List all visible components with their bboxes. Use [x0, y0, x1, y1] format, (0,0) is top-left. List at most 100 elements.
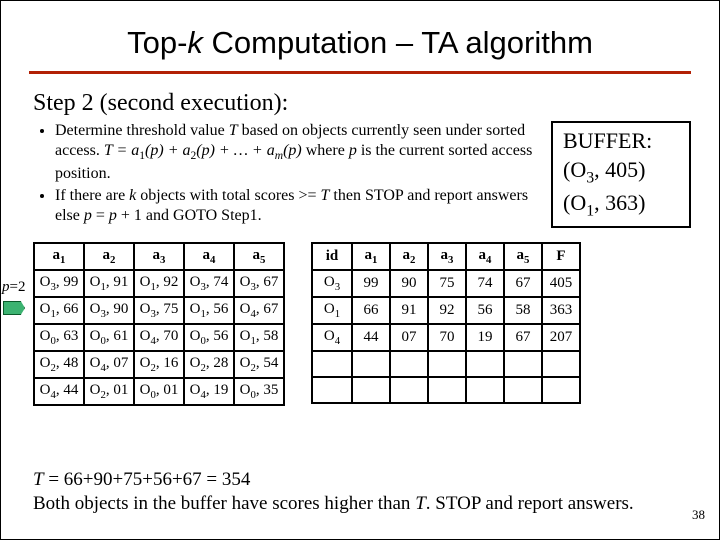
right-col-header: a3 [428, 243, 466, 270]
table-cell: O2, 54 [234, 351, 284, 378]
table-cell: O4, 70 [134, 324, 184, 351]
buffer-line-1: (O3, 405) [563, 156, 679, 189]
right-col-header: a1 [352, 243, 390, 270]
table-cell [504, 377, 542, 403]
table-cell: O1, 66 [34, 297, 84, 324]
buffer-title: BUFFER: [563, 127, 679, 156]
left-col-header: a3 [134, 243, 184, 270]
table-cell: 92 [428, 297, 466, 324]
txt: p [2, 279, 10, 295]
table-cell: O0, 63 [34, 324, 84, 351]
txt: 1 [586, 202, 594, 219]
txt: =2 [10, 279, 26, 295]
table-cell: 363 [542, 297, 580, 324]
bullet-list: Determine threshold value T based on obj… [33, 121, 539, 228]
txt: , 363) [594, 190, 645, 215]
table-cell: 66 [352, 297, 390, 324]
table-row: O1, 66O3, 90O3, 75O1, 56O4, 67 [34, 297, 284, 324]
table-cell [312, 351, 352, 377]
table-cell [542, 351, 580, 377]
title-post: Computation – TA algorithm [203, 25, 593, 60]
table-cell: O1 [312, 297, 352, 324]
txt: , 405) [594, 157, 645, 182]
table-cell [352, 351, 390, 377]
table-cell: O3, 99 [34, 270, 84, 297]
table-cell: O2, 01 [84, 378, 134, 405]
table-cell [390, 351, 428, 377]
table-cell: 91 [390, 297, 428, 324]
tables-row: a1a2a3a4a5O3, 99O1, 91O1, 92O3, 74O3, 67… [33, 242, 687, 406]
step-row: Determine threshold value T based on obj… [33, 121, 687, 228]
txt: T = a [104, 142, 139, 159]
left-col-header: a4 [184, 243, 234, 270]
step-heading: Step 2 (second execution): [33, 90, 687, 117]
table-cell: O3, 67 [234, 270, 284, 297]
table-cell [466, 351, 504, 377]
txt: T [415, 493, 426, 514]
p-label: p=2 [2, 279, 25, 296]
table-cell: O3, 74 [184, 270, 234, 297]
content-area: Step 2 (second execution): Determine thr… [1, 90, 719, 406]
txt: T [33, 469, 44, 490]
bottom-line-1: T = 66+90+75+56+67 = 354 [33, 468, 687, 493]
txt: + 1 and GOTO Step1. [117, 207, 262, 224]
right-col-header: a2 [390, 243, 428, 270]
txt: p [349, 142, 357, 159]
txt: = 66+90+75+56+67 = 354 [44, 469, 251, 490]
txt: (p) + a [145, 142, 190, 159]
txt: m [275, 150, 283, 162]
table-cell [504, 351, 542, 377]
page-number: 38 [692, 507, 705, 523]
txt: (p) [283, 142, 302, 159]
slide-title: Top-k Computation – TA algorithm [1, 1, 719, 71]
table-cell: O3 [312, 270, 352, 297]
table-cell: 207 [542, 324, 580, 351]
table-cell [312, 377, 352, 403]
right-col-header: a5 [504, 243, 542, 270]
right-col-header: id [312, 243, 352, 270]
txt: = [92, 207, 109, 224]
table-cell: 44 [352, 324, 390, 351]
table-cell: O0, 01 [134, 378, 184, 405]
table-row: O0, 63O0, 61O4, 70O0, 56O1, 58 [34, 324, 284, 351]
table-cell: O2, 28 [184, 351, 234, 378]
table-cell: 19 [466, 324, 504, 351]
table-cell: O1, 91 [84, 270, 134, 297]
table-cell: 58 [504, 297, 542, 324]
table-cell [428, 351, 466, 377]
table-cell: O4, 67 [234, 297, 284, 324]
table-cell: 74 [466, 270, 504, 297]
right-table: ida1a2a3a4a5FO39990757467405O16691925658… [311, 242, 581, 404]
table-row: O39990757467405 [312, 270, 580, 297]
table-cell: O0, 56 [184, 324, 234, 351]
table-cell: 67 [504, 270, 542, 297]
title-pre: Top- [127, 25, 187, 60]
table-cell [428, 377, 466, 403]
table-row: O3, 99O1, 91O1, 92O3, 74O3, 67 [34, 270, 284, 297]
txt: 3 [586, 169, 594, 186]
table-cell: O4, 07 [84, 351, 134, 378]
table-cell: 56 [466, 297, 504, 324]
title-rule [29, 71, 691, 74]
table-cell: O0, 61 [84, 324, 134, 351]
table-row: O2, 48O4, 07O2, 16O2, 28O2, 54 [34, 351, 284, 378]
table-row: O4, 44O2, 01O0, 01O4, 19O0, 35 [34, 378, 284, 405]
table-cell [390, 377, 428, 403]
table-row [312, 377, 580, 403]
table-row [312, 351, 580, 377]
table-cell: O1, 58 [234, 324, 284, 351]
right-col-header: a4 [466, 243, 504, 270]
table-cell: O4, 19 [184, 378, 234, 405]
txt: (O [563, 157, 586, 182]
txt: T [229, 122, 238, 139]
table-cell: 70 [428, 324, 466, 351]
table-row: O44407701967207 [312, 324, 580, 351]
arrow-icon [3, 301, 25, 315]
table-cell: O0, 35 [234, 378, 284, 405]
table-cell [542, 377, 580, 403]
title-k: k [187, 25, 203, 60]
table-cell: 75 [428, 270, 466, 297]
table-cell: 07 [390, 324, 428, 351]
bottom-line-2: Both objects in the buffer have scores h… [33, 492, 687, 517]
table-cell: O3, 75 [134, 297, 184, 324]
